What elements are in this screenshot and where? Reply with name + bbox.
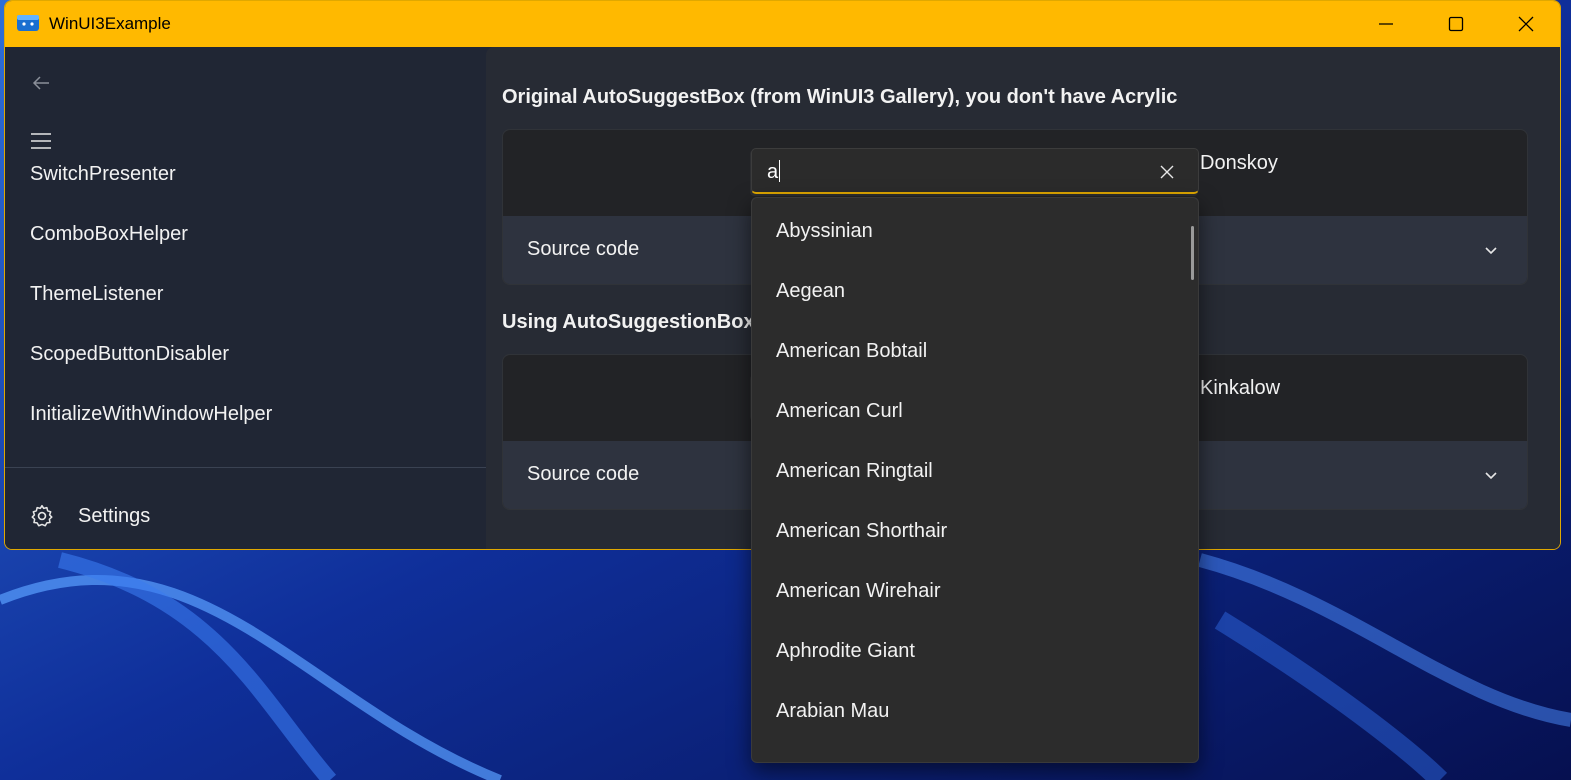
scrollbar-thumb[interactable]	[1191, 226, 1194, 280]
app-icon	[17, 15, 39, 31]
suggestion-item[interactable]: American Ringtail	[776, 460, 933, 483]
settings-label: Settings	[78, 505, 151, 527]
maximize-icon	[1448, 16, 1464, 32]
nav-item-combobox-helper[interactable]: ComboBoxHelper	[30, 223, 188, 246]
close-icon	[1518, 16, 1534, 32]
suggestion-item[interactable]: Aphrodite Giant	[776, 640, 915, 663]
search-input-value: a	[767, 161, 779, 183]
settings-nav-item[interactable]: Settings	[5, 495, 486, 539]
menu-toggle-button[interactable]	[25, 127, 57, 155]
back-button[interactable]	[25, 69, 57, 97]
navigation-pane: SwitchPresenter ComboBoxHelper ThemeList…	[5, 47, 486, 549]
selected-value-original: Donskoy	[1200, 152, 1278, 174]
gear-icon	[31, 504, 53, 527]
minimize-icon	[1379, 23, 1393, 25]
clear-icon	[1160, 165, 1174, 179]
minimize-button[interactable]	[1353, 1, 1419, 47]
suggestion-item[interactable]: Aegean	[776, 280, 845, 303]
suggestion-item[interactable]: American Bobtail	[776, 340, 927, 363]
suggestion-item[interactable]: American Curl	[776, 400, 903, 423]
suggestion-list: Abyssinian Aegean American Bobtail Ameri…	[751, 197, 1199, 763]
hamburger-icon	[31, 133, 51, 149]
nav-item-scoped-button-disabler[interactable]: ScopedButtonDisabler	[30, 343, 229, 366]
selected-value-custom: Kinkalow	[1200, 377, 1281, 399]
nav-item-initialize-with-window-helper[interactable]: InitializeWithWindowHelper	[30, 403, 272, 426]
chevron-down-icon	[1485, 247, 1497, 255]
text-caret	[779, 160, 781, 182]
clear-button[interactable]	[1156, 161, 1178, 183]
source-code-label: Source code	[527, 238, 640, 260]
nav-divider	[5, 467, 486, 468]
maximize-button[interactable]	[1423, 1, 1489, 47]
nav-item-switch-presenter[interactable]: SwitchPresenter	[30, 163, 176, 186]
nav-list: SwitchPresenter ComboBoxHelper ThemeList…	[5, 159, 486, 465]
source-code-label: Source code	[527, 463, 640, 485]
suggestion-item[interactable]: American Wirehair	[776, 580, 940, 603]
title-bar[interactable]: WinUI3Example	[5, 1, 1560, 47]
back-arrow-icon	[32, 76, 49, 90]
chevron-down-icon	[1485, 472, 1497, 480]
section-title-custom: Using AutoSuggestionBox	[502, 311, 755, 333]
nav-item-theme-listener[interactable]: ThemeListener	[30, 283, 163, 306]
close-button[interactable]	[1493, 1, 1559, 47]
suggestion-item[interactable]: American Shorthair	[776, 520, 947, 543]
suggestion-item[interactable]: Arabian Mau	[776, 700, 889, 723]
suggestion-item[interactable]: Abyssinian	[776, 220, 873, 243]
autosuggest-search-input[interactable]: a	[751, 148, 1199, 194]
section-title-original: Original AutoSuggestBox (from WinUI3 Gal…	[502, 86, 1178, 108]
window-title: WinUI3Example	[49, 14, 171, 33]
